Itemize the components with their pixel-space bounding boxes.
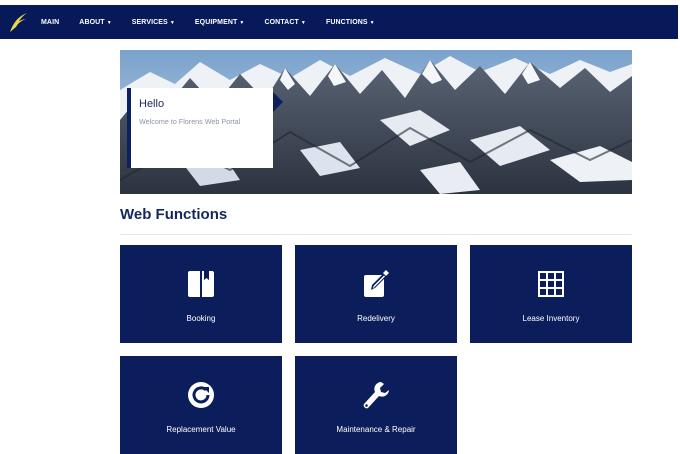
caret-down-icon: ▼ — [369, 19, 375, 26]
grid-icon — [538, 271, 564, 297]
greeting-arrow — [273, 92, 283, 112]
nav-item-services[interactable]: SERVICES ▼ — [132, 19, 175, 26]
caret-down-icon: ▼ — [239, 19, 245, 26]
top-navbar: MAIN ABOUT ▼ SERVICES ▼ EQUIPMENT ▼ CONTACT… — [0, 5, 678, 39]
edit-icon — [364, 270, 389, 297]
tile-label: Redelivery — [357, 314, 395, 323]
caret-down-icon: ▼ — [169, 19, 175, 26]
tile-label: Replacement Value — [166, 425, 236, 434]
tile-redelivery[interactable]: Redelivery — [295, 245, 457, 343]
tile-replacement-value[interactable]: Replacement Value — [120, 356, 282, 454]
caret-down-icon: ▼ — [300, 19, 306, 26]
book-icon — [188, 271, 214, 297]
caret-down-icon: ▼ — [106, 19, 112, 26]
page-title: Web Functions — [120, 206, 228, 223]
tile-booking[interactable]: Booking — [120, 245, 282, 343]
nav-item-equipment[interactable]: EQUIPMENT ▼ — [195, 19, 245, 26]
greeting-title: Hello — [139, 98, 165, 110]
nav-item-contact[interactable]: CONTACT ▼ — [264, 19, 305, 26]
tile-label: Maintenance & Repair — [336, 425, 416, 434]
nav-item-about[interactable]: ABOUT ▼ — [79, 19, 111, 26]
nav-item-functions[interactable]: FUNCTIONS ▼ — [326, 19, 375, 26]
nav-item-main[interactable]: MAIN — [41, 19, 59, 26]
hero-banner: Hello Welcome to Florens Web Portal — [120, 50, 632, 194]
wrench-icon — [363, 382, 389, 409]
tile-label: Booking — [186, 314, 216, 323]
refresh-icon — [188, 382, 214, 408]
florens-logo-icon[interactable] — [7, 10, 29, 34]
tile-lease-inventory[interactable]: Lease Inventory — [470, 245, 632, 343]
tile-label: Lease Inventory — [522, 314, 580, 323]
tile-maintenance-repair[interactable]: Maintenance & Repair — [295, 356, 457, 454]
section-divider — [120, 234, 632, 235]
greeting-card: Hello Welcome to Florens Web Portal — [127, 88, 283, 168]
greeting-subtitle: Welcome to Florens Web Portal — [139, 117, 241, 126]
